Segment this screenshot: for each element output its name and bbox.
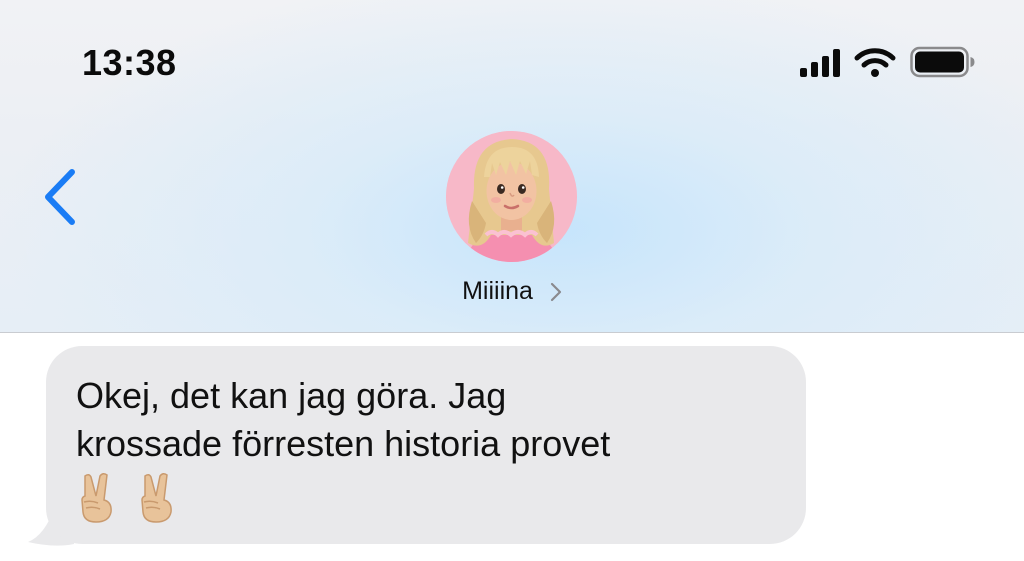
chevron-left-icon: [45, 169, 75, 225]
message-line: Okej, det kan jag göra. Jag: [76, 375, 507, 416]
conversation-header: 13:38 Miiiina: [0, 0, 1024, 333]
cellular-signal-icon: [800, 47, 840, 77]
status-bar-time: 13:38: [82, 42, 177, 83]
message-text: Okej, det kan jag göra. Jag krossade för…: [76, 372, 776, 468]
message-bubble[interactable]: Okej, det kan jag göra. Jag krossade för…: [46, 346, 806, 544]
victory-hand-emoji-icon: [141, 472, 172, 523]
battery-icon: [910, 46, 975, 78]
contact-name-button[interactable]: Miiiina: [0, 277, 1024, 306]
contact-avatar[interactable]: [446, 131, 577, 262]
message-line: krossade förresten historia provet: [76, 423, 611, 464]
memoji-avatar-icon: [446, 131, 577, 262]
contact-name: Miiiina: [462, 277, 533, 305]
message-emoji-row: [76, 472, 776, 524]
victory-hand-emoji-icon: [81, 472, 112, 523]
back-button[interactable]: [38, 166, 82, 228]
wifi-icon: [854, 48, 896, 77]
status-bar-icons: [800, 46, 976, 78]
chevron-right-icon: [550, 283, 562, 302]
messages-conversation-screen: 13:38 Miiiina Okej, det kan jag göra. Ja…: [0, 0, 1024, 561]
